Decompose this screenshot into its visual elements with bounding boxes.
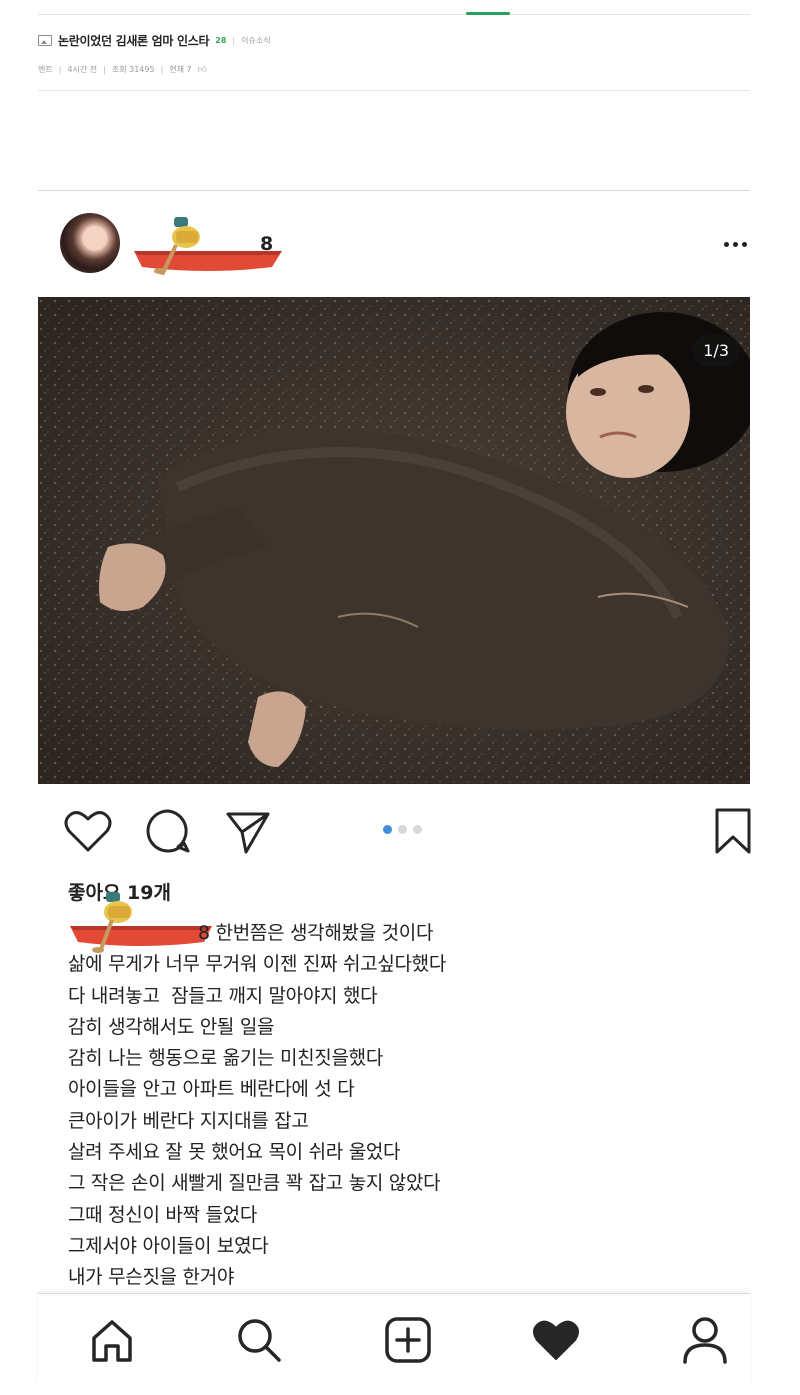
username-tail[interactable]: 8 [260, 233, 273, 255]
caption-username-tail-and-text: 8 한번쯤은 생각해봤을 것이다 [198, 922, 434, 944]
caption-line: 삶에 무게가 너무 무거워 이젠 진짜 쉬고싶다했다 [68, 953, 447, 976]
caption-line: 그때 정신이 바짝 들었다 [68, 1203, 258, 1226]
image-counter: 1/3 [692, 335, 740, 366]
header-divider [38, 90, 750, 91]
search-icon[interactable] [229, 1310, 289, 1370]
carousel-dot-3[interactable] [413, 825, 422, 834]
thumbs-up-icon[interactable]: 👍︎ [198, 65, 207, 75]
bottom-navigation [38, 1293, 750, 1384]
instagram-post-header: 8 [38, 205, 750, 283]
post-recommend: 현재 7 [169, 65, 192, 74]
caption-first-line: 8 한번쯤은 생각해봤을 것이다 [68, 918, 748, 949]
post-time: 4시간 전 [67, 65, 98, 74]
caption-line: 아이들을 안고 아파트 베란다에 섯 다 [68, 1078, 355, 1101]
separator: | [58, 65, 62, 74]
heart-filled-icon[interactable] [526, 1310, 586, 1370]
bottom-strip [0, 1383, 800, 1395]
home-icon[interactable] [82, 1310, 142, 1370]
forum-post-header: 논란이었던 김새론 엄마 인스타 28 | 이슈소식 벤트 | 4시간 전 | … [38, 30, 750, 75]
post-title[interactable]: 논란이었던 김새론 엄마 인스타 [58, 32, 210, 49]
profile-icon[interactable] [675, 1310, 735, 1370]
carousel-dot-1[interactable] [383, 825, 392, 834]
comment-bubble-icon[interactable] [140, 803, 196, 859]
caption-line: 감히 생각해서도 안될 일을 [68, 1015, 275, 1038]
top-divider [38, 14, 750, 15]
photo-soil-scene [38, 297, 750, 784]
post-meta-row: 벤트 | 4시간 전 | 조회 31495 | 현재 7 👍︎ [38, 64, 750, 75]
post-actions [38, 795, 751, 867]
add-post-icon[interactable] [378, 1310, 438, 1370]
post-caption: 8 한번쯤은 생각해봤을 것이다 삶에 무게가 너무 무거워 이젠 진짜 쉬고싶… [68, 918, 748, 1294]
page: 논란이었던 김새론 엄마 인스타 28 | 이슈소식 벤트 | 4시간 전 | … [0, 0, 800, 1395]
bookmark-icon[interactable] [705, 803, 761, 859]
carousel-indicator [383, 825, 422, 834]
post-views: 조회 31495 [111, 65, 155, 74]
heart-outline-icon[interactable] [60, 803, 116, 859]
separator: | [160, 65, 164, 74]
post-photo[interactable]: 1/3 [38, 297, 750, 784]
active-tab-indicator [466, 12, 510, 15]
carousel-dot-2[interactable] [398, 825, 407, 834]
caption-line: 큰아이가 베란다 지지대를 잡고 [68, 1109, 309, 1132]
post-category[interactable]: 이슈소식 [241, 35, 270, 46]
content-divider [38, 190, 750, 191]
separator: | [232, 35, 236, 45]
send-paper-plane-icon[interactable] [220, 803, 276, 859]
avatar[interactable] [60, 213, 120, 273]
caption-line: 그 작은 손이 새빨게 질만큼 꽉 잡고 놓지 않았다 [68, 1172, 441, 1195]
caption-line: 내가 무슨짓을 한거야 [68, 1266, 235, 1289]
post-section: 벤트 [38, 65, 53, 74]
caption-line: 그제서야 아이들이 보였다 [68, 1234, 269, 1257]
caption-line: 감히 나는 행동으로 옮기는 미친짓을했다 [68, 1047, 384, 1070]
comment-count: 28 [215, 35, 227, 45]
caption-line: 다 내려놓고 잠들고 깨지 말아야지 했다 [68, 984, 378, 1007]
more-dots-icon[interactable] [720, 229, 750, 259]
post-title-row[interactable]: 논란이었던 김새론 엄마 인스타 28 | 이슈소식 [38, 30, 750, 50]
image-attachment-icon [38, 34, 52, 46]
separator: | [103, 65, 106, 74]
caption-line: 살려 주세요 잘 못 했어요 목이 쉬라 울었다 [68, 1141, 401, 1164]
